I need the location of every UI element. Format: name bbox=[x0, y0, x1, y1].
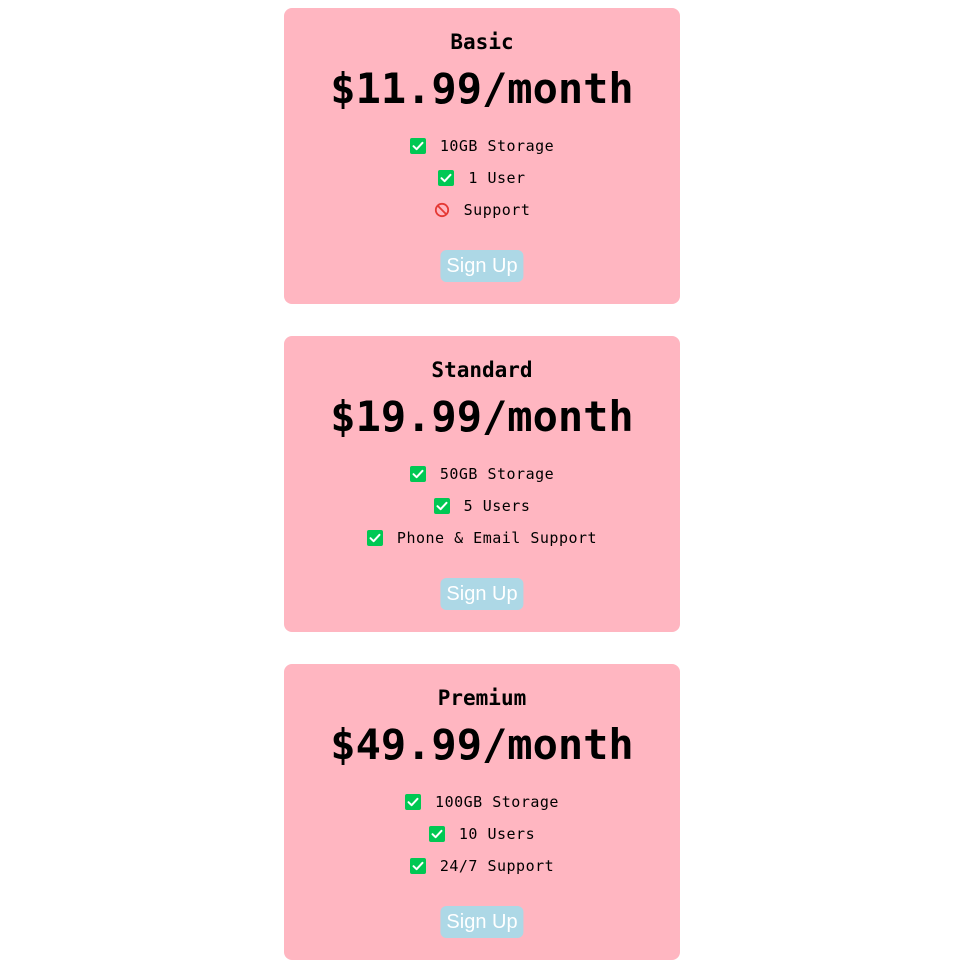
plan-name: Premium bbox=[437, 686, 527, 710]
feature-item: 10 Users bbox=[284, 822, 680, 854]
sign-up-button[interactable]: Sign Up bbox=[440, 906, 524, 938]
feature-list: 10GB Storage 1 User Support bbox=[284, 134, 680, 230]
plan-card-basic: Basic $11.99/month 10GB Storage 1 User S… bbox=[284, 8, 680, 304]
feature-item: 5 Users bbox=[284, 494, 680, 526]
plan-card-premium: Premium $49.99/month 100GB Storage 10 Us… bbox=[284, 664, 680, 960]
feature-item: 100GB Storage bbox=[284, 790, 680, 822]
check-icon bbox=[433, 498, 450, 514]
check-icon bbox=[405, 794, 422, 810]
feature-label: 10GB Storage bbox=[439, 137, 555, 155]
feature-label: 10 Users bbox=[458, 825, 536, 843]
pricing-plans: Basic $11.99/month 10GB Storage 1 User S… bbox=[0, 0, 968, 968]
feature-item: Support bbox=[284, 198, 680, 230]
feature-label: 1 User bbox=[468, 169, 526, 187]
check-icon bbox=[409, 466, 426, 482]
feature-label: Support bbox=[463, 201, 531, 219]
feature-list: 50GB Storage 5 Users Phone & Email Suppo… bbox=[284, 462, 680, 558]
feature-label: 50GB Storage bbox=[439, 465, 555, 483]
feature-label: 5 Users bbox=[463, 497, 531, 515]
check-icon bbox=[409, 138, 426, 154]
feature-item: 1 User bbox=[284, 166, 680, 198]
plan-price: $19.99/month bbox=[330, 392, 634, 441]
plan-price: $11.99/month bbox=[330, 64, 634, 113]
feature-label: 100GB Storage bbox=[435, 793, 559, 811]
check-icon bbox=[438, 170, 455, 186]
check-icon bbox=[428, 826, 445, 842]
check-icon bbox=[366, 530, 383, 546]
check-icon bbox=[409, 858, 426, 874]
feature-label: Phone & Email Support bbox=[396, 529, 598, 547]
feature-item: Phone & Email Support bbox=[284, 526, 680, 558]
feature-label: 24/7 Support bbox=[439, 857, 555, 875]
feature-item: 10GB Storage bbox=[284, 134, 680, 166]
prohibited-icon bbox=[434, 202, 450, 218]
plan-price: $49.99/month bbox=[330, 720, 634, 769]
sign-up-button[interactable]: Sign Up bbox=[440, 250, 524, 282]
plan-card-standard: Standard $19.99/month 50GB Storage 5 Use… bbox=[284, 336, 680, 632]
feature-item: 24/7 Support bbox=[284, 854, 680, 886]
feature-item: 50GB Storage bbox=[284, 462, 680, 494]
feature-list: 100GB Storage 10 Users 24/7 Support bbox=[284, 790, 680, 886]
plan-name: Basic bbox=[450, 30, 514, 54]
sign-up-button[interactable]: Sign Up bbox=[440, 578, 524, 610]
plan-name: Standard bbox=[431, 358, 533, 382]
